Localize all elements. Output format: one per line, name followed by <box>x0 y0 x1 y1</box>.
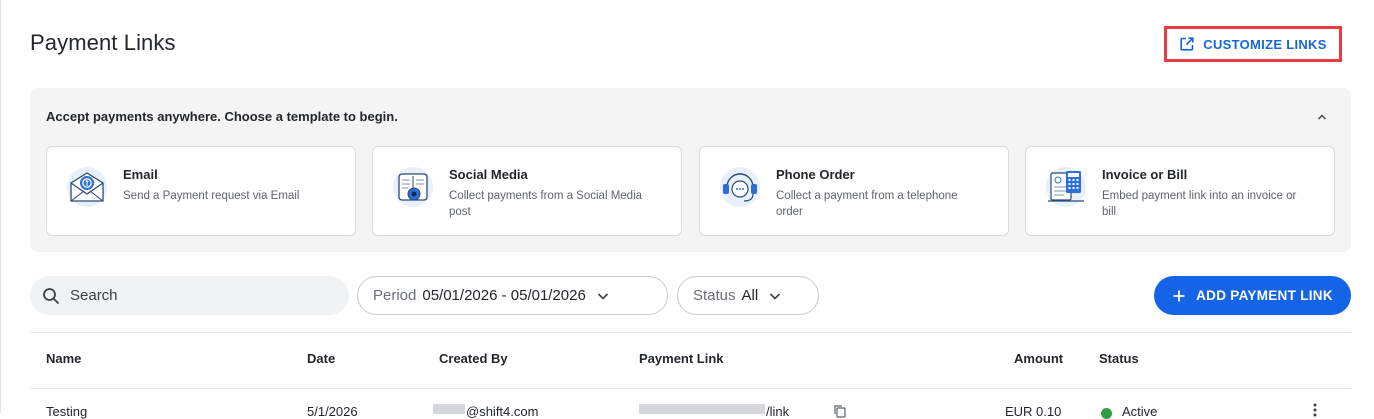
template-card-description: Collect a payment from a telephone order <box>776 190 958 218</box>
column-header-payment-link[interactable]: Payment Link <box>639 351 724 366</box>
social-media-icon <box>393 167 433 207</box>
table-divider <box>30 332 1351 333</box>
cell-status: Active <box>1122 404 1158 419</box>
chevron-down-icon <box>597 292 608 300</box>
status-active-dot <box>1101 408 1112 419</box>
column-header-name[interactable]: Name <box>46 351 81 366</box>
plus-icon <box>1173 290 1185 301</box>
cell-name: Testing <box>46 404 88 419</box>
template-card-title: Social Media <box>449 167 528 182</box>
status-filter-value: All <box>741 287 759 304</box>
column-header-created-by[interactable]: Created By <box>439 351 508 366</box>
phone-order-icon <box>720 167 760 207</box>
templates-panel: Accept payments anywhere. Choose a templ… <box>30 88 1351 252</box>
cell-amount: EUR 0.10 <box>1005 404 1062 419</box>
column-header-amount[interactable]: Amount <box>1014 351 1063 366</box>
search-input[interactable] <box>68 286 322 305</box>
template-card-description: Send a Payment request via Email <box>123 190 300 202</box>
template-card-description: Collect payments from a Social Media pos… <box>449 190 643 218</box>
column-header-status[interactable]: Status <box>1099 351 1139 366</box>
chevron-up-icon[interactable] <box>1315 110 1329 124</box>
template-card-invoice[interactable]: Invoice or Bill Embed payment link into … <box>1025 146 1335 236</box>
customize-links-label: CUSTOMIZE LINKS <box>1203 36 1327 52</box>
copy-icon[interactable] <box>833 404 847 418</box>
period-filter-label: Period <box>373 287 417 304</box>
template-card-phone-order[interactable]: Phone Order Collect a payment from a tel… <box>699 146 1009 236</box>
template-card-social-media[interactable]: Social Media Collect payments from a Soc… <box>372 146 682 236</box>
search-icon <box>43 287 59 304</box>
status-filter-label: Status <box>693 287 736 304</box>
template-card-title: Phone Order <box>776 167 855 182</box>
cell-created-by: @shift4.com <box>466 404 539 419</box>
search-box[interactable] <box>30 276 349 315</box>
cell-date: 5/1/2026 <box>307 404 358 419</box>
invoice-icon <box>1046 167 1086 207</box>
table-header-divider <box>30 388 1351 389</box>
add-payment-link-label: ADD PAYMENT LINK <box>1196 288 1333 303</box>
cell-payment-link[interactable]: /link <box>766 404 789 419</box>
add-payment-link-button[interactable]: ADD PAYMENT LINK <box>1154 276 1351 315</box>
chevron-down-icon <box>770 292 781 300</box>
more-options-icon[interactable] <box>1311 403 1319 417</box>
template-card-description: Embed payment link into an invoice or bi… <box>1102 190 1297 218</box>
payment-links-page: Payment Links CUSTOMIZE LINKS Accept pay… <box>0 0 1374 419</box>
page-title: Payment Links <box>30 30 176 55</box>
template-card-email[interactable]: Email Send a Payment request via Email <box>46 146 356 236</box>
column-header-date[interactable]: Date <box>307 351 335 366</box>
period-filter-value: 05/01/2026 - 05/01/2026 <box>422 287 586 304</box>
period-filter[interactable]: Period 05/01/2026 - 05/01/2026 <box>357 276 668 315</box>
template-card-title: Invoice or Bill <box>1102 167 1188 182</box>
templates-heading: Accept payments anywhere. Choose a templ… <box>46 109 398 124</box>
status-filter[interactable]: Status All <box>677 276 819 315</box>
external-link-icon <box>1180 37 1194 51</box>
template-card-title: Email <box>123 167 158 182</box>
email-icon <box>67 167 107 207</box>
customize-links-button[interactable]: CUSTOMIZE LINKS <box>1164 26 1342 62</box>
